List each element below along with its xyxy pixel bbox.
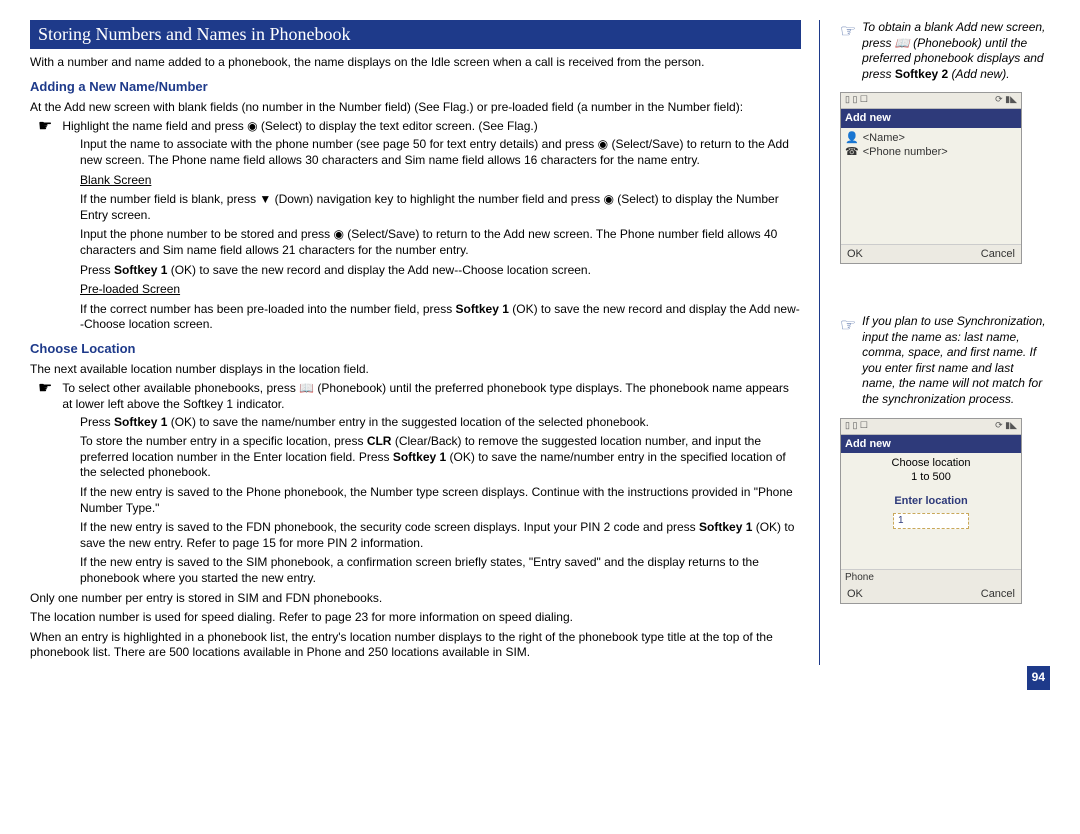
phonebook-type-label: Phone (841, 570, 1021, 585)
section-heading-adding: Adding a New Name/Number (30, 79, 801, 96)
status-left-icons: ▯ ▯ ☐ (845, 94, 868, 107)
person-icon: 👤 (845, 131, 859, 145)
choose-p4: When an entry is highlighted in a phoneb… (30, 630, 801, 661)
blank-para2: Input the phone number to be stored and … (80, 227, 801, 258)
status-right-icons: ⟳ ▮◣ (995, 94, 1017, 107)
screen-title: Add new (841, 109, 1021, 127)
screen-body: 👤 <Name> ☎ <Phone number> (841, 128, 1021, 245)
location-input[interactable]: 1 (893, 513, 969, 529)
phone-screenshot-addnew-name: ▯ ▯ ☐ ⟳ ▮◣ Add new 👤 <Name> ☎ <Phone num… (840, 92, 1022, 264)
note-obtain-blank: ☞ To obtain a blank Add new screen, pres… (840, 20, 1050, 82)
note-synchronization: ☞ If you plan to use Synchronization, in… (840, 314, 1050, 408)
preloaded-para1: If the correct number has been pre-loade… (80, 302, 801, 333)
phone-icon: ☎ (845, 145, 859, 159)
choose-p1: The next available location number displ… (30, 362, 801, 378)
choose-b1c: If the new entry is saved to the Phone p… (80, 485, 801, 516)
choose-p3: The location number is used for speed di… (30, 610, 801, 626)
choose-b1a: Press Softkey 1 (OK) to save the name/nu… (80, 415, 801, 431)
page-title: Storing Numbers and Names in Phonebook (30, 20, 801, 49)
phone-field-text: <Phone number> (863, 145, 948, 159)
choose-b1b: To store the number entry in a specific … (80, 434, 801, 481)
bullet-highlight-name: ☛ Highlight the name field and press ◉ (… (30, 119, 801, 135)
status-bar: ▯ ▯ ☐ ⟳ ▮◣ (841, 419, 1021, 435)
softkey-cancel[interactable]: Cancel (981, 247, 1015, 261)
page-number: 94 (1027, 666, 1050, 690)
choose-b1e: If the new entry is saved to the SIM pho… (80, 555, 801, 586)
preloaded-screen-label: Pre-loaded Screen (80, 282, 801, 298)
status-left-icons: ▯ ▯ ☐ (845, 420, 868, 433)
pointer-icon: ☛ (38, 119, 52, 135)
phone-screenshot-choose-location: ▯ ▯ ☐ ⟳ ▮◣ Add new Choose location 1 to … (840, 418, 1022, 605)
hand-icon: ☞ (840, 314, 856, 337)
softkey-bar: OK Cancel (841, 245, 1021, 263)
choose-b1d: If the new entry is saved to the FDN pho… (80, 520, 801, 551)
softkey-ok[interactable]: OK (847, 247, 863, 261)
note-text: To obtain a blank Add new screen, press … (862, 20, 1050, 82)
blank-screen-label: Blank Screen (80, 173, 801, 189)
pointer-icon: ☛ (38, 381, 52, 397)
choose-location-label: Choose location (845, 456, 1017, 470)
para-input-name: Input the name to associate with the pho… (80, 137, 801, 168)
status-bar: ▯ ▯ ☐ ⟳ ▮◣ (841, 93, 1021, 109)
section-heading-choose: Choose Location (30, 341, 801, 358)
section1-lead: At the Add new screen with blank fields … (30, 100, 801, 116)
hand-icon: ☞ (840, 20, 856, 43)
softkey-cancel[interactable]: Cancel (981, 587, 1015, 601)
bullet-text: To select other available phonebooks, pr… (62, 381, 801, 412)
bullet-text: Highlight the name field and press ◉ (Se… (62, 119, 537, 135)
main-content: Storing Numbers and Names in Phonebook W… (30, 20, 820, 665)
blank-para1: If the number field is blank, press ▼ (D… (80, 192, 801, 223)
status-right-icons: ⟳ ▮◣ (995, 420, 1017, 433)
screen-title: Add new (841, 435, 1021, 453)
location-range: 1 to 500 (845, 470, 1017, 484)
softkey-ok[interactable]: OK (847, 587, 863, 601)
bullet-select-phonebooks: ☛ To select other available phonebooks, … (30, 381, 801, 412)
enter-location-label: Enter location (845, 494, 1017, 508)
screen-body: Choose location 1 to 500 Enter location … (841, 453, 1021, 570)
note-text: If you plan to use Synchronization, inpu… (862, 314, 1050, 408)
name-field-row: 👤 <Name> (845, 131, 1017, 145)
sidebar: ☞ To obtain a blank Add new screen, pres… (840, 20, 1050, 665)
softkey-bar: OK Cancel (841, 585, 1021, 603)
name-field-text: <Name> (863, 131, 905, 145)
choose-p2: Only one number per entry is stored in S… (30, 591, 801, 607)
blank-para3: Press Softkey 1 (OK) to save the new rec… (80, 263, 801, 279)
phone-field-row: ☎ <Phone number> (845, 145, 1017, 159)
intro-text: With a number and name added to a phoneb… (30, 55, 801, 71)
